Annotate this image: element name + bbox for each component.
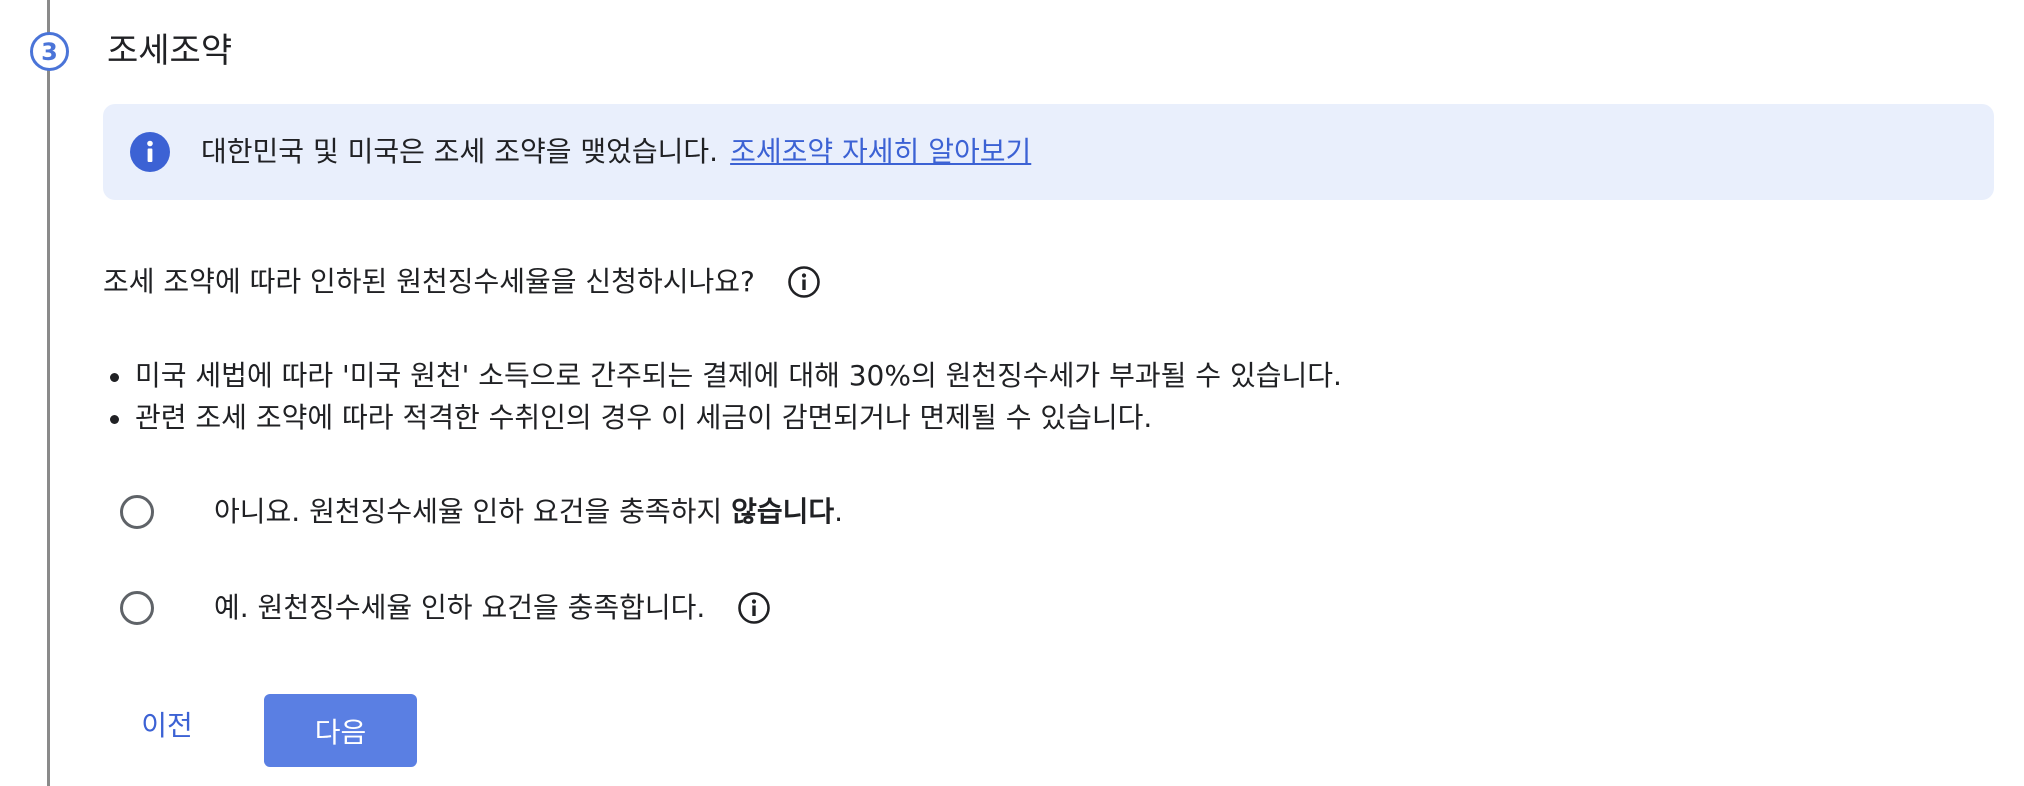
option-no-label: 아니요. 원천징수세율 인하 요건을 충족하지 않습니다. [214, 495, 844, 528]
learn-more-tax-treaty-link[interactable]: 조세조약 자세히 알아보기 [730, 135, 1031, 168]
option-yes-row[interactable]: 예. 원천징수세율 인하 요건을 충족합니다. [120, 586, 771, 630]
list-item: 미국 세법에 따라 '미국 원천' 소득으로 간주되는 결제에 대해 30%의 … [103, 355, 1342, 397]
radio-button-yes[interactable] [120, 591, 154, 625]
next-button[interactable]: 다음 [264, 694, 417, 767]
option-yes-label: 예. 원천징수세율 인하 요건을 충족합니다. [214, 591, 706, 624]
step-title: 조세조약 [107, 31, 233, 71]
list-item: 관련 조세 조약에 따라 적격한 수취인의 경우 이 세금이 감면되거나 면제될… [103, 397, 1342, 439]
question-text: 조세 조약에 따라 인하된 원천징수세율을 신청하시나요? [103, 265, 755, 298]
info-filled-icon [130, 132, 170, 172]
previous-button[interactable]: 이전 [112, 695, 222, 753]
radio-button-no[interactable] [120, 495, 154, 529]
info-outline-icon[interactable] [787, 265, 821, 299]
withholding-info-list: 미국 세법에 따라 '미국 원천' 소득으로 간주되는 결제에 대해 30%의 … [103, 355, 1342, 439]
banner-text: 대한민국 및 미국은 조세 조약을 맺었습니다. [201, 135, 719, 168]
info-banner: 대한민국 및 미국은 조세 조약을 맺었습니다. 조세조약 자세히 알아보기 [103, 104, 1994, 200]
step-number-badge: 3 [30, 32, 69, 71]
option-no-row[interactable]: 아니요. 원천징수세율 인하 요건을 충족하지 않습니다. [120, 490, 843, 534]
step-number: 3 [41, 37, 58, 66]
info-outline-icon[interactable] [737, 591, 771, 625]
treaty-question: 조세 조약에 따라 인하된 원천징수세율을 신청하시나요? [103, 260, 821, 304]
stepper-line [47, 0, 50, 786]
banner-message: 대한민국 및 미국은 조세 조약을 맺었습니다. 조세조약 자세히 알아보기 [201, 130, 1031, 174]
